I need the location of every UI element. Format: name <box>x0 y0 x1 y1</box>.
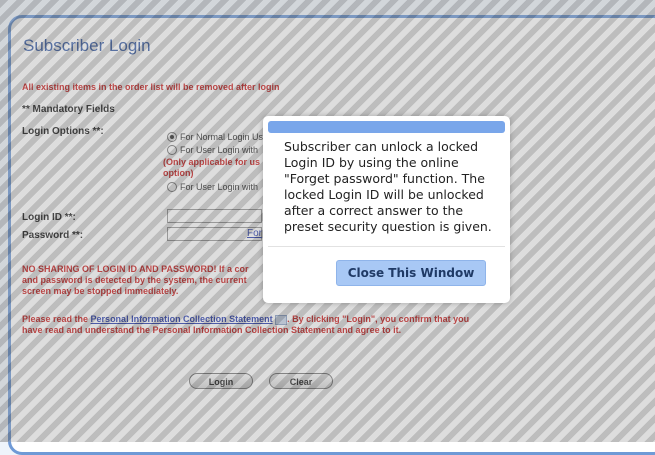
pics-suffix: . By clicking "Login", you confirm that … <box>287 314 470 324</box>
login-options-label: Login Options **: <box>22 126 104 137</box>
pics-notice: Please read the Personal Information Col… <box>22 314 522 336</box>
modal-message: Subscriber can unlock a locked Login ID … <box>284 139 492 234</box>
password-label: Password **: <box>22 230 84 241</box>
login-option-user-1[interactable]: For User Login with <box>167 145 258 155</box>
info-modal: Subscriber can unlock a locked Login ID … <box>263 116 510 303</box>
radio-selected-icon[interactable] <box>167 132 177 142</box>
radio-icon[interactable] <box>167 145 177 155</box>
mandatory-fields-note: ** Mandatory Fields <box>22 104 115 115</box>
no-sharing-warning: NO SHARING OF LOGIN ID AND PASSWORD! If … <box>22 264 272 297</box>
login-option-user-2[interactable]: For User Login with <box>167 182 258 192</box>
login-button[interactable]: Login <box>189 373 253 389</box>
pics-link[interactable]: Personal Information Collection Statemen… <box>91 314 273 324</box>
login-option-note-line2: option) <box>163 168 194 178</box>
no-sharing-line1: NO SHARING OF LOGIN ID AND PASSWORD! If … <box>22 264 249 274</box>
modal-title-bar <box>268 121 505 133</box>
pics-prefix: Please read the <box>22 314 91 324</box>
pics-line2: have read and understand the Personal In… <box>22 325 402 335</box>
login-id-input[interactable] <box>167 209 262 223</box>
modal-divider <box>268 246 505 247</box>
login-id-label: Login ID **: <box>22 212 76 223</box>
close-window-button[interactable]: Close This Window <box>336 260 486 286</box>
login-option-note-line1: (Only applicable for us <box>163 157 261 167</box>
order-list-warning: All existing items in the order list wil… <box>22 82 280 92</box>
login-option-user-2-label: For User Login with <box>180 182 259 192</box>
no-sharing-line3: screen may be stopped immediately. <box>22 286 179 296</box>
clear-button[interactable]: Clear <box>269 373 333 389</box>
no-sharing-line2: and password is detected by the system, … <box>22 275 247 285</box>
login-option-note: (Only applicable for us option) <box>163 157 260 179</box>
login-option-normal[interactable]: For Normal Login Us <box>167 132 263 142</box>
forget-password-link[interactable]: For <box>247 228 262 239</box>
document-icon[interactable] <box>275 314 288 325</box>
login-option-user-1-label: For User Login with <box>180 145 259 155</box>
page-title: Subscriber Login <box>23 36 151 55</box>
radio-icon[interactable] <box>167 182 177 192</box>
login-option-normal-label: For Normal Login Us <box>180 132 264 142</box>
